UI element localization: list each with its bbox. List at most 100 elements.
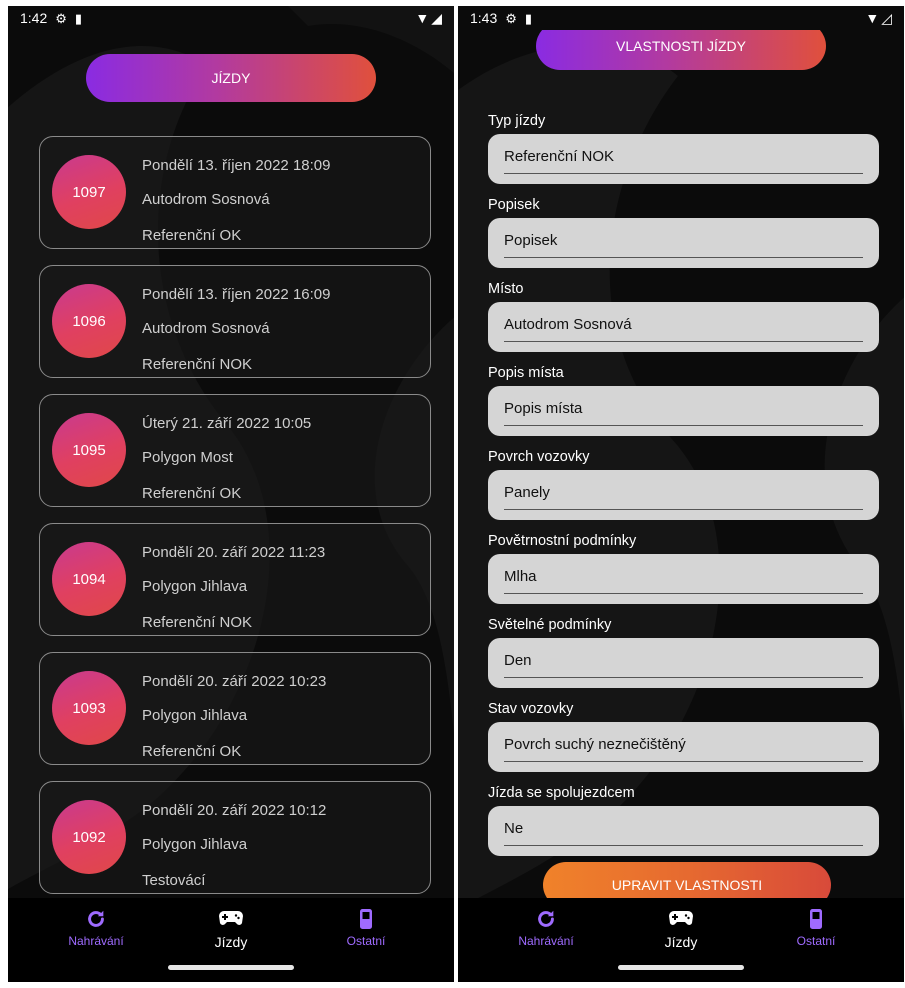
- edit-properties-button[interactable]: UPRAVIT VLASTNOSTI: [543, 862, 831, 898]
- home-indicator[interactable]: [618, 965, 744, 970]
- field-underline: [504, 173, 863, 174]
- ride-list: 1097 Pondělí 13. říjen 2022 18:09 Autodr…: [39, 136, 431, 898]
- nav-item-rides[interactable]: Jízdy: [171, 908, 291, 950]
- field-label: Popis místa: [488, 365, 564, 381]
- road-surface-input[interactable]: Panely: [488, 470, 879, 520]
- field-label: Světelné podmínky: [488, 617, 612, 633]
- field-underline: [504, 593, 863, 594]
- light-input[interactable]: Den: [488, 638, 879, 688]
- field-value: Ne: [504, 820, 524, 837]
- field-label: Typ jízdy: [488, 113, 546, 129]
- field-label: Popisek: [488, 197, 540, 213]
- nav-label-rides: Jízdy: [214, 934, 248, 950]
- field-place: Místo Autodrom Sosnová: [488, 278, 879, 352]
- place-input[interactable]: Autodrom Sosnová: [488, 302, 879, 352]
- settings-gear-icon: ⚙: [505, 10, 517, 26]
- field-value: Popis místa: [504, 400, 583, 417]
- ride-location: Polygon Jihlava: [142, 578, 248, 595]
- field-description: Popisek Popisek: [488, 194, 879, 268]
- field-underline: [504, 677, 863, 678]
- ride-date: Úterý 21. září 2022 10:05: [142, 415, 312, 432]
- ride-card[interactable]: 1093 Pondělí 20. září 2022 10:23 Polygon…: [39, 652, 431, 765]
- nav-item-other[interactable]: Ostatní: [756, 908, 876, 948]
- ride-type: Referenční OK: [142, 227, 242, 244]
- ride-id-badge: 1097: [52, 155, 126, 229]
- screen-title: VLASTNOSTI JÍZDY: [536, 30, 826, 70]
- field-light: Světelné podmínky Den: [488, 614, 879, 688]
- ride-properties-screen: 1:43 ⚙ ▮ ▼ ◿ VLASTNOSTI JÍZDY Typ jízdy …: [458, 6, 904, 982]
- sd-card-icon: ▮: [74, 10, 83, 26]
- ride-card[interactable]: 1096 Pondělí 13. říjen 2022 16:09 Autodr…: [39, 265, 431, 378]
- wifi-icon: ▼: [415, 10, 430, 26]
- ride-id-badge: 1096: [52, 284, 126, 358]
- description-input[interactable]: Popisek: [488, 218, 879, 268]
- ride-card[interactable]: 1094 Pondělí 20. září 2022 11:23 Polygon…: [39, 523, 431, 636]
- mobile-phone-icon: [306, 908, 426, 930]
- field-value: Panely: [504, 484, 550, 501]
- ride-card[interactable]: 1097 Pondělí 13. říjen 2022 18:09 Autodr…: [39, 136, 431, 249]
- ride-location: Autodrom Sosnová: [142, 191, 270, 208]
- ride-card[interactable]: 1092 Pondělí 20. září 2022 10:12 Polygon…: [39, 781, 431, 894]
- settings-gear-icon: ⚙: [55, 10, 67, 26]
- field-underline: [504, 341, 863, 342]
- field-label: Místo: [488, 281, 524, 297]
- ride-date: Pondělí 13. říjen 2022 16:09: [142, 286, 331, 303]
- ride-type-input[interactable]: Referenční NOK: [488, 134, 879, 184]
- ride-id-badge: 1094: [52, 542, 126, 616]
- signal-icon: ◿: [881, 9, 892, 26]
- mobile-phone-icon: [756, 908, 876, 930]
- field-underline: [504, 425, 863, 426]
- sd-card-icon: ▮: [524, 10, 533, 26]
- wifi-icon: ▼: [865, 10, 880, 26]
- field-label: Stav vozovky: [488, 701, 574, 717]
- properties-form: Typ jízdy Referenční NOK Popisek Popisek…: [488, 110, 879, 866]
- ride-location: Polygon Jihlava: [142, 836, 248, 853]
- field-underline: [504, 509, 863, 510]
- ride-location: Polygon Jihlava: [142, 707, 248, 724]
- field-road-condition: Stav vozovky Povrch suchý neznečištěný: [488, 698, 879, 772]
- field-passenger: Jízda se spolujezdcem Ne: [488, 782, 879, 856]
- passenger-input[interactable]: Ne: [488, 806, 879, 856]
- refresh-icon: [486, 908, 606, 930]
- refresh-icon: [36, 908, 156, 930]
- field-label: Jízda se spolujezdcem: [488, 785, 635, 801]
- field-ride-type: Typ jízdy Referenční NOK: [488, 110, 879, 184]
- ride-date: Pondělí 20. září 2022 11:23: [142, 544, 326, 561]
- ride-card[interactable]: 1095 Úterý 21. září 2022 10:05 Polygon M…: [39, 394, 431, 507]
- content: VLASTNOSTI JÍZDY Typ jízdy Referenční NO…: [458, 30, 904, 898]
- ride-date: Pondělí 13. říjen 2022 18:09: [142, 157, 331, 174]
- ride-type: Referenční NOK: [142, 614, 253, 631]
- field-value: Mlha: [504, 568, 537, 585]
- field-weather: Povětrnostní podmínky Mlha: [488, 530, 879, 604]
- nav-label-other: Ostatní: [796, 934, 836, 948]
- ride-id-badge: 1092: [52, 800, 126, 874]
- field-underline: [504, 845, 863, 846]
- field-underline: [504, 761, 863, 762]
- field-road-surface: Povrch vozovky Panely: [488, 446, 879, 520]
- signal-icon: ◢: [431, 9, 442, 26]
- nav-item-rides[interactable]: Jízdy: [621, 908, 741, 950]
- status-time: 1:42: [20, 10, 48, 26]
- rides-screen: 1:42 ⚙ ▮ ▼ ◢ JÍZDY 1097 Pondělí 13. říje…: [8, 6, 454, 982]
- field-place-description: Popis místa Popis místa: [488, 362, 879, 436]
- field-value: Autodrom Sosnová: [504, 316, 632, 333]
- screen-title: JÍZDY: [86, 54, 376, 102]
- ride-date: Pondělí 20. září 2022 10:12: [142, 802, 327, 819]
- ride-type: Referenční NOK: [142, 356, 253, 373]
- status-bar: 1:43 ⚙ ▮ ▼ ◿: [458, 6, 904, 30]
- field-label: Povětrnostní podmínky: [488, 533, 637, 549]
- nav-item-recording[interactable]: Nahrávání: [36, 908, 156, 948]
- weather-input[interactable]: Mlha: [488, 554, 879, 604]
- home-indicator[interactable]: [168, 965, 294, 970]
- road-condition-input[interactable]: Povrch suchý neznečištěný: [488, 722, 879, 772]
- bottom-nav: Nahrávání Jízdy Ostatní: [8, 898, 454, 982]
- nav-item-other[interactable]: Ostatní: [306, 908, 426, 948]
- place-description-input[interactable]: Popis místa: [488, 386, 879, 436]
- field-underline: [504, 257, 863, 258]
- field-value: Referenční NOK: [504, 148, 615, 165]
- ride-location: Autodrom Sosnová: [142, 320, 270, 337]
- bottom-nav: Nahrávání Jízdy Ostatní: [458, 898, 904, 982]
- nav-label-rides: Jízdy: [664, 934, 698, 950]
- content: JÍZDY 1097 Pondělí 13. říjen 2022 18:09 …: [8, 30, 454, 898]
- nav-item-recording[interactable]: Nahrávání: [486, 908, 606, 948]
